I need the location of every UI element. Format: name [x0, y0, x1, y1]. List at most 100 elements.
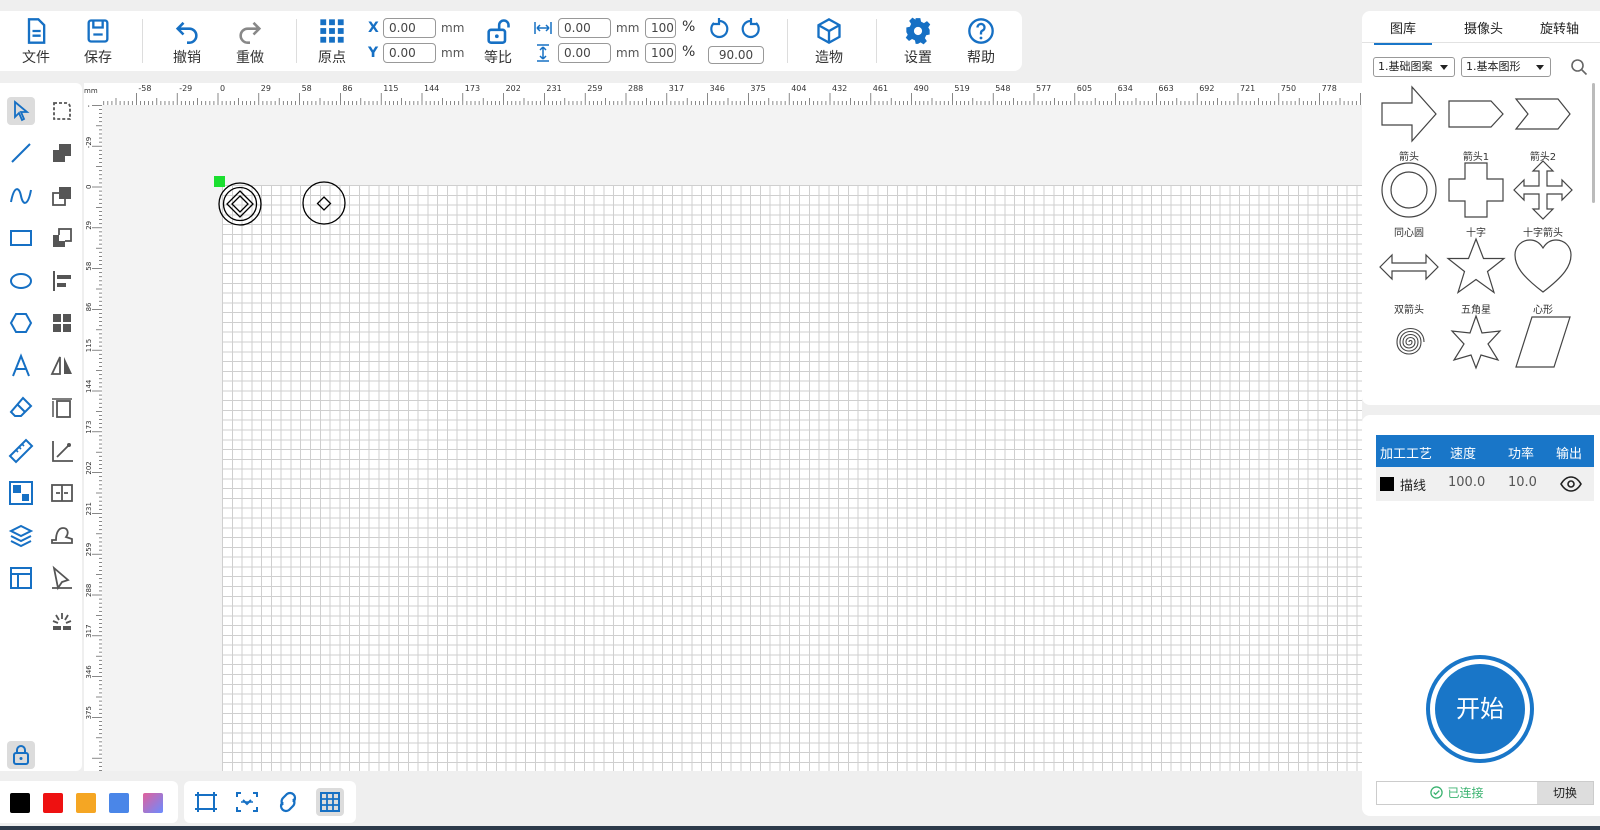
ruler-label: 202 — [85, 461, 93, 474]
file-button[interactable]: 文件 — [14, 17, 58, 67]
mirror-tool[interactable] — [48, 352, 76, 380]
align-left-tool[interactable] — [48, 267, 76, 295]
shape-cross-arrow[interactable] — [1512, 159, 1574, 221]
union-tool[interactable] — [48, 139, 76, 167]
color-swatch-gradient[interactable] — [143, 793, 163, 813]
grid-toggle-button[interactable] — [316, 788, 344, 816]
ruler-label: -58 — [85, 105, 93, 107]
shape-arrow[interactable] — [1378, 83, 1440, 145]
layers-tool[interactable] — [7, 522, 35, 550]
color-swatch-red[interactable] — [43, 793, 63, 813]
polygon-tool[interactable] — [7, 309, 35, 337]
laser-tool[interactable] — [48, 607, 76, 635]
save-button[interactable]: 保存 — [76, 17, 120, 67]
undo-button[interactable]: 撤销 — [165, 17, 209, 67]
width-percent-input[interactable]: 100 — [645, 18, 676, 38]
switch-button[interactable]: 切换 — [1537, 782, 1593, 804]
process-speed[interactable]: 100.0 — [1448, 475, 1485, 490]
measure-tool[interactable] — [7, 437, 35, 465]
tab-gallery[interactable]: 图库 — [1373, 18, 1433, 45]
fit-canvas-button[interactable] — [192, 788, 220, 816]
start-button[interactable]: 开始 — [1426, 655, 1534, 763]
path-optimize-button[interactable] — [274, 788, 302, 816]
work-area-grid[interactable] — [222, 185, 1362, 771]
line-tool[interactable] — [7, 139, 35, 167]
y-input[interactable]: 0.00 — [383, 43, 436, 63]
height-input[interactable]: 0.00 — [558, 43, 611, 63]
shape-circle-diamond[interactable] — [300, 181, 350, 227]
shape-parallelogram[interactable] — [1512, 311, 1574, 373]
ruler-label: 173 — [85, 420, 93, 433]
redo-label: 重做 — [236, 50, 264, 66]
layer-color-swatch[interactable] — [1380, 477, 1394, 491]
frame-tool[interactable] — [48, 394, 76, 422]
curve-tool[interactable] — [7, 182, 35, 210]
subtract-tool[interactable] — [48, 182, 76, 210]
angle-tool[interactable] — [48, 437, 76, 465]
ratio-label: 等比 — [484, 50, 512, 66]
tab-rotary-axis[interactable]: 旋转轴 — [1540, 18, 1579, 37]
stamp-tool[interactable] — [48, 522, 76, 550]
shape-double-arrow[interactable] — [1378, 236, 1440, 298]
template-icon — [10, 567, 32, 589]
top-ruler-ticks: mm -58 -29 0 29 58 86 115 144 173 202 231 259 288 317 3… — [84, 84, 1361, 105]
color-swatch-black[interactable] — [10, 793, 30, 813]
connection-bar: 已连接 切换 — [1376, 781, 1594, 805]
select-tool[interactable] — [7, 97, 35, 125]
search-icon[interactable] — [1570, 58, 1588, 76]
node-edit-tool[interactable] — [48, 97, 76, 125]
save-icon — [87, 19, 109, 43]
color-swatch-orange[interactable] — [76, 793, 96, 813]
rotate-ccw-icon[interactable] — [707, 17, 731, 41]
ellipse-tool[interactable] — [7, 267, 35, 295]
help-button[interactable]: 帮助 — [959, 17, 1003, 67]
rectangle-tool[interactable] — [7, 224, 35, 252]
undo-label: 撤销 — [173, 50, 201, 66]
eraser-tool[interactable] — [7, 394, 35, 422]
divider — [787, 19, 788, 63]
subcategory-select[interactable]: 1.基本图形 — [1461, 57, 1551, 77]
intersect-tool[interactable] — [48, 224, 76, 252]
origin-button[interactable]: 原点 — [310, 17, 354, 67]
process-power[interactable]: 10.0 — [1508, 475, 1537, 490]
width-input[interactable]: 0.00 — [558, 18, 611, 38]
shape-concentric[interactable] — [1378, 159, 1440, 221]
color-swatch-blue[interactable] — [109, 793, 129, 813]
shape-star2[interactable] — [1445, 311, 1507, 373]
library-scrollbar[interactable] — [1592, 83, 1595, 203]
split-tool[interactable] — [48, 479, 76, 507]
redo-button[interactable]: 重做 — [228, 17, 272, 67]
template-tool[interactable] — [7, 564, 35, 592]
focus-selection-button[interactable] — [233, 788, 261, 816]
array-tool[interactable] — [7, 479, 35, 507]
left-ruler-ticks: -58 -29 0 29 58 86 115 144 173 202 231 259 288 317 346… — [85, 105, 102, 771]
tab-camera[interactable]: 摄像头 — [1464, 18, 1503, 37]
ruler-label: 202 — [506, 84, 521, 93]
pen-tool[interactable] — [48, 564, 76, 592]
shape-star[interactable] — [1445, 236, 1507, 298]
shape-arrow2[interactable] — [1512, 83, 1574, 145]
ratio-lock-button[interactable]: 等比 — [476, 17, 520, 67]
build-button[interactable]: 造物 — [807, 17, 851, 67]
col-output: 输出 — [1556, 447, 1583, 462]
layout-tool[interactable] — [48, 309, 76, 337]
concentric-shape-icon — [1381, 162, 1437, 218]
shape-heart[interactable] — [1512, 236, 1574, 298]
x-input[interactable]: 0.00 — [383, 18, 436, 38]
shape-cross[interactable] — [1445, 159, 1507, 221]
settings-button[interactable]: 设置 — [896, 17, 940, 67]
table-row[interactable]: 描线 100.0 10.0 — [1376, 467, 1594, 501]
text-tool[interactable] — [7, 352, 35, 380]
rotate-cw-icon[interactable] — [739, 17, 763, 41]
shape-arrow1[interactable] — [1445, 83, 1507, 145]
shape-concentric-diamond[interactable] — [216, 181, 266, 227]
category-select[interactable]: 1.基础图案 — [1373, 57, 1455, 77]
rotate-angle-input[interactable]: 90.00 — [708, 46, 764, 64]
curve-icon — [10, 188, 32, 204]
work-canvas[interactable] — [102, 105, 1362, 771]
gear-icon — [905, 17, 931, 45]
shape-spiral[interactable] — [1378, 311, 1440, 373]
eye-icon[interactable] — [1560, 476, 1582, 492]
lock-toggle[interactable] — [7, 741, 35, 769]
height-percent-input[interactable]: 100 — [645, 43, 676, 63]
